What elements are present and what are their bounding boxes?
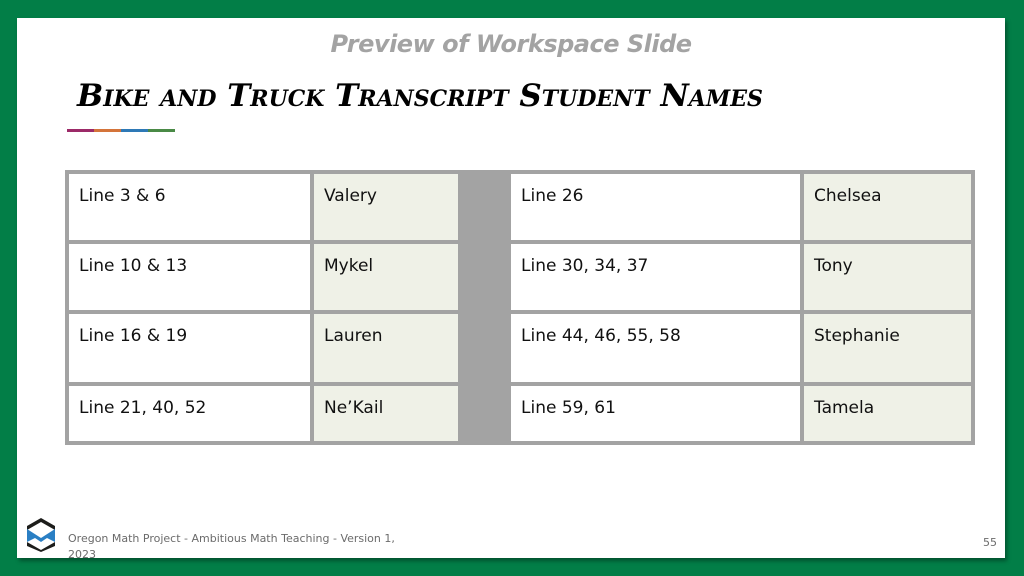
table-cell-name: Tamela [804,386,971,441]
table-cell-lines: Line 21, 40, 52 [69,386,310,441]
table-cell-name: Lauren [314,314,458,382]
table-cell-name: Mykel [314,244,458,310]
table-cell-name: Valery [314,174,458,240]
accent-bar [67,129,175,132]
table-cell-lines: Line 16 & 19 [69,314,310,382]
slide: Preview of Workspace Slide Bike and Truc… [17,18,1005,561]
oregon-math-project-logo-icon [25,516,57,552]
accent-segment [94,129,121,132]
table-cell-lines: Line 30, 34, 37 [511,244,800,310]
table-cell-lines: Line 26 [511,174,800,240]
accent-segment [148,129,175,132]
slide-title: Bike and Truck Transcript Student Names [77,78,763,114]
accent-segment [67,129,94,132]
student-names-table: Line 3 & 6 Valery Line 26 Chelsea Line 1… [65,170,975,445]
table-cell-name: Ne’Kail [314,386,458,441]
table-cell-name: Chelsea [804,174,971,240]
page-number: 55 [983,536,997,549]
table-cell-name: Stephanie [804,314,971,382]
table-cell-lines: Line 59, 61 [511,386,800,441]
table-cell-lines: Line 3 & 6 [69,174,310,240]
footer-credit: Oregon Math Project - Ambitious Math Tea… [68,532,395,561]
preview-title: Preview of Workspace Slide [330,30,692,58]
accent-segment [121,129,148,132]
table-cell-name: Tony [804,244,971,310]
table-cell-lines: Line 44, 46, 55, 58 [511,314,800,382]
table-cell-lines: Line 10 & 13 [69,244,310,310]
